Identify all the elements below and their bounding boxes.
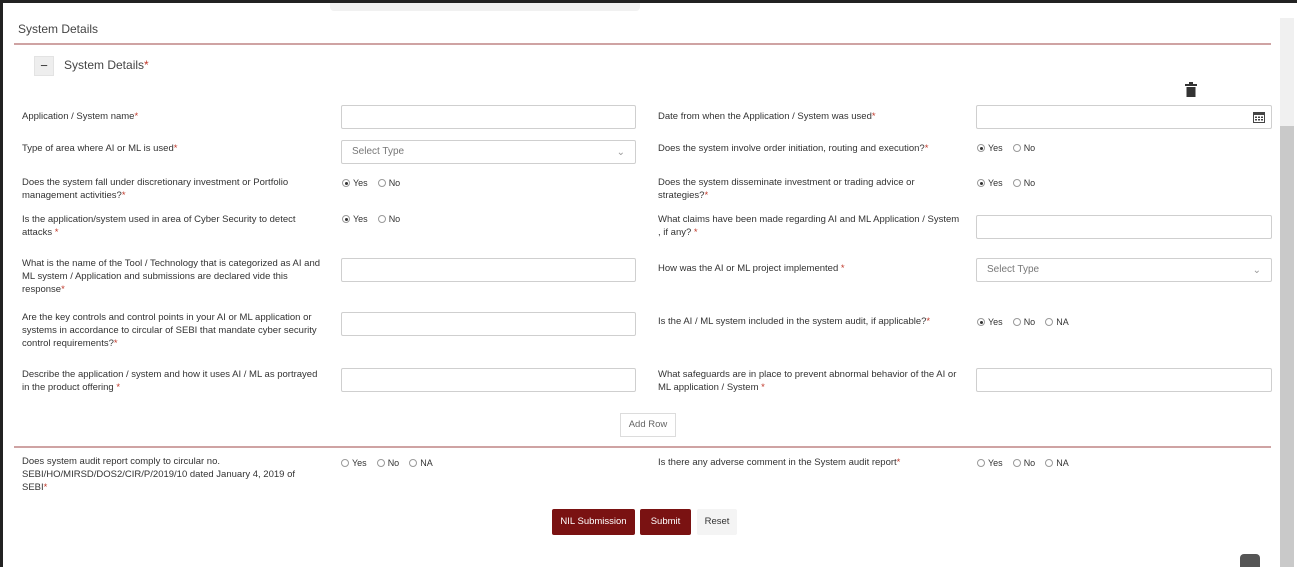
- label-cyber-security: Is the application/system used in area o…: [22, 214, 296, 238]
- radio-adverse-no[interactable]: No: [1012, 458, 1035, 468]
- system-audit-included-radios: Yes No NA: [977, 317, 1069, 327]
- adverse-comment-radios: Yes No NA: [977, 458, 1069, 468]
- label-disseminate-advice: Does the system disseminate investment o…: [658, 177, 915, 201]
- radio-audit-included-yes[interactable]: Yes: [977, 317, 1003, 327]
- reset-button[interactable]: Reset: [697, 509, 737, 535]
- top-tab-strip: [330, 3, 640, 11]
- label-area-type: Type of area where AI or ML is used*: [22, 143, 178, 154]
- scrollbar-thumb[interactable]: [1280, 126, 1294, 567]
- collapse-button[interactable]: −: [34, 56, 54, 76]
- key-controls-input[interactable]: [341, 312, 636, 336]
- implementation-select[interactable]: Select Type ⌄: [976, 258, 1272, 282]
- radio-discretionary-yes[interactable]: Yes: [342, 178, 368, 188]
- discretionary-radios: Yes No: [342, 178, 400, 188]
- label-system-audit-included: Is the AI / ML system included in the sy…: [658, 316, 931, 327]
- label-discretionary: Does the system fall under discretionary…: [22, 177, 289, 201]
- label-tool-name: What is the name of the Tool / Technolog…: [22, 258, 321, 295]
- implementation-value: Select Type: [987, 264, 1040, 275]
- label-describe-app: Describe the application / system and ho…: [22, 369, 318, 393]
- nil-submission-button[interactable]: NIL Submission: [552, 509, 635, 535]
- order-execution-radios: Yes No: [977, 143, 1035, 153]
- radio-cyber-no[interactable]: No: [377, 214, 400, 224]
- audit-comply-radios: Yes No NA: [341, 458, 433, 468]
- radio-comply-yes[interactable]: Yes: [341, 458, 367, 468]
- radio-advice-yes[interactable]: Yes: [977, 178, 1003, 188]
- radio-adverse-yes[interactable]: Yes: [977, 458, 1003, 468]
- radio-audit-included-no[interactable]: No: [1012, 317, 1035, 327]
- section-title: System Details*: [64, 58, 149, 72]
- radio-advice-no[interactable]: No: [1012, 178, 1035, 188]
- label-claims: What claims have been made regarding AI …: [658, 214, 960, 238]
- area-type-value: Select Type: [352, 146, 405, 157]
- label-adverse-comment: Is there any adverse comment in the Syst…: [658, 457, 901, 468]
- safeguards-input[interactable]: [976, 368, 1272, 392]
- section-divider: [14, 446, 1271, 448]
- calendar-icon[interactable]: [1253, 111, 1265, 123]
- panel-title: System Details: [18, 22, 99, 36]
- title-divider: [14, 43, 1271, 45]
- label-date-used: Date from when the Application / System …: [658, 111, 876, 122]
- radio-cyber-yes[interactable]: Yes: [342, 214, 368, 224]
- radio-adverse-na[interactable]: NA: [1045, 458, 1069, 468]
- label-implementation: How was the AI or ML project implemented…: [658, 263, 845, 274]
- chevron-down-icon: ⌄: [1252, 265, 1261, 276]
- app-name-input[interactable]: [341, 105, 636, 129]
- radio-order-yes[interactable]: Yes: [977, 143, 1003, 153]
- disseminate-advice-radios: Yes No: [977, 178, 1035, 188]
- date-used-input[interactable]: [976, 105, 1272, 129]
- radio-comply-no[interactable]: No: [376, 458, 399, 468]
- tool-name-input[interactable]: [341, 258, 636, 282]
- add-row-button[interactable]: Add Row: [620, 413, 676, 437]
- radio-discretionary-no[interactable]: No: [377, 178, 400, 188]
- label-app-name: Application / System name*: [22, 111, 139, 122]
- radio-audit-included-na[interactable]: NA: [1045, 317, 1069, 327]
- cyber-security-radios: Yes No: [342, 214, 400, 224]
- scroll-top-button[interactable]: [1240, 554, 1260, 567]
- chevron-down-icon: ⌄: [616, 147, 625, 158]
- describe-app-input[interactable]: [341, 368, 636, 392]
- label-audit-comply: Does system audit report comply to circu…: [22, 456, 295, 493]
- label-order-execution: Does the system involve order initiation…: [658, 143, 929, 154]
- trash-icon[interactable]: [1184, 82, 1198, 98]
- label-safeguards: What safeguards are in place to prevent …: [658, 369, 957, 393]
- submit-button[interactable]: Submit: [640, 509, 691, 535]
- radio-comply-na[interactable]: NA: [409, 458, 433, 468]
- label-key-controls: Are the key controls and control points …: [22, 312, 317, 349]
- radio-order-no[interactable]: No: [1012, 143, 1035, 153]
- claims-input[interactable]: [976, 215, 1272, 239]
- area-type-select[interactable]: Select Type ⌄: [341, 140, 636, 164]
